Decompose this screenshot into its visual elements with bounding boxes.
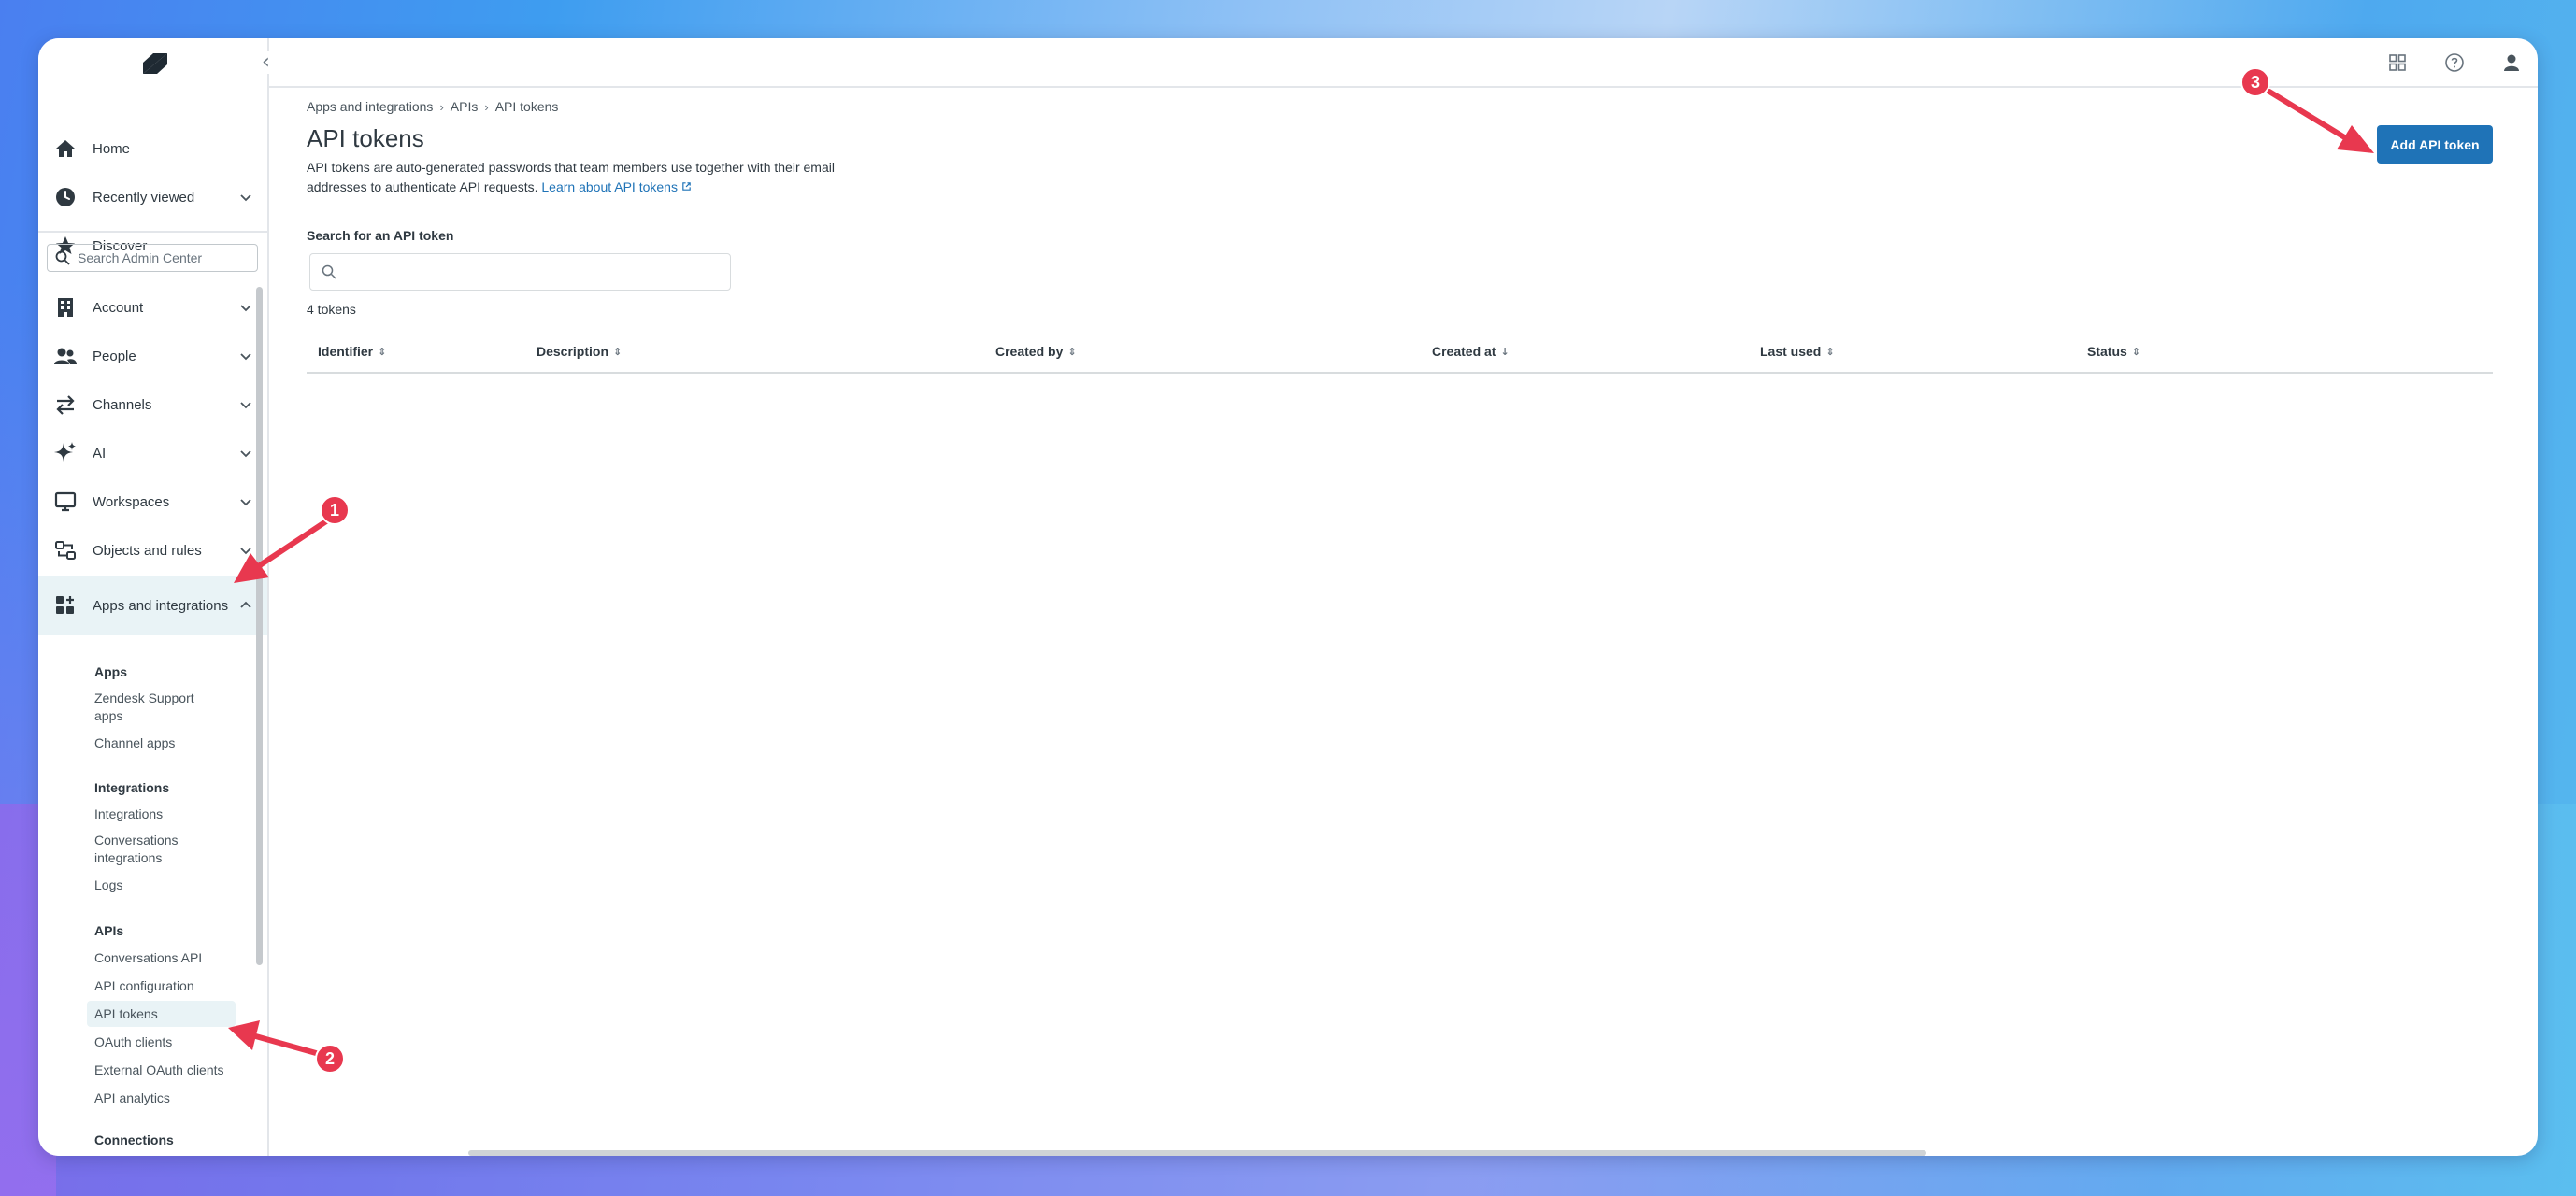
annotation-label-1: 1 (330, 501, 339, 520)
annotation-arrow-2: 2 (228, 1020, 345, 1074)
annotation-label-2: 2 (325, 1049, 335, 1068)
annotation-label-3: 3 (2251, 73, 2260, 92)
annotation-overlay: 1 2 3 (228, 67, 2374, 1074)
annotation-arrow-3: 3 (2240, 67, 2374, 153)
annotation-arrow-1: 1 (234, 495, 350, 583)
